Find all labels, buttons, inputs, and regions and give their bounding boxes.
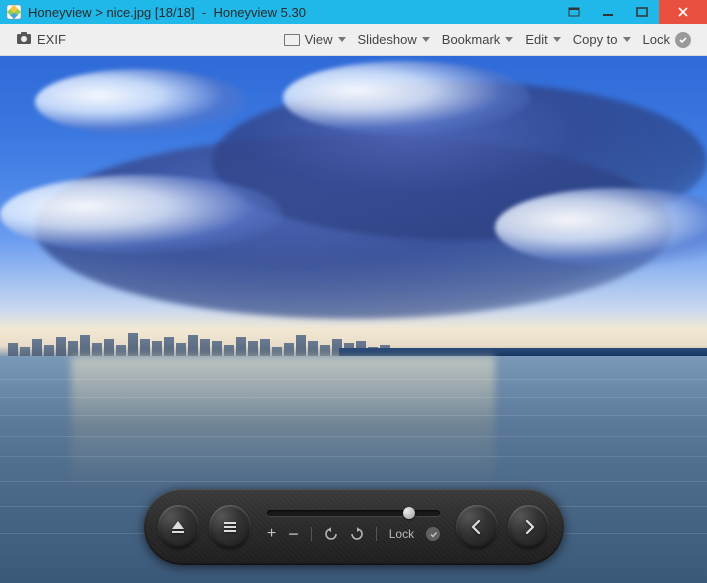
prev-button[interactable] (456, 505, 498, 549)
caret-down-icon (505, 37, 513, 42)
slideshow-label: Slideshow (358, 32, 417, 47)
window-tray-button[interactable] (557, 0, 591, 24)
eject-button[interactable] (158, 505, 200, 549)
edit-menu[interactable]: Edit (519, 29, 566, 50)
separator (376, 527, 377, 541)
control-panel: + − Lock (144, 489, 564, 565)
rotate-left-button[interactable] (324, 527, 338, 541)
close-button[interactable] (659, 0, 707, 24)
separator (311, 527, 312, 541)
caret-down-icon (338, 37, 346, 42)
edit-label: Edit (525, 32, 547, 47)
title-counter: [18/18] (155, 5, 195, 20)
slideshow-menu[interactable]: Slideshow (352, 29, 436, 50)
minimize-button[interactable] (591, 0, 625, 24)
lock-menu[interactable]: Lock (637, 29, 697, 51)
camera-icon (16, 31, 32, 48)
bookmark-menu[interactable]: Bookmark (436, 29, 520, 50)
title-app: Honeyview (28, 5, 92, 20)
exif-label: EXIF (37, 32, 66, 47)
toolbar: EXIF View Slideshow Bookmark Edit Copy t… (0, 24, 707, 56)
zoom-in-button[interactable]: + (267, 525, 276, 543)
next-button[interactable] (508, 505, 550, 549)
caret-down-icon (553, 37, 561, 42)
exif-button[interactable]: EXIF (10, 28, 72, 51)
zoom-out-button[interactable]: − (288, 524, 299, 545)
control-lock-label: Lock (389, 527, 414, 541)
view-label: View (305, 32, 333, 47)
caret-down-icon (422, 37, 430, 42)
zoom-slider[interactable] (267, 510, 440, 516)
rotate-right-button[interactable] (350, 527, 364, 541)
title-apptitle: Honeyview 5.30 (213, 5, 306, 20)
copyto-label: Copy to (573, 32, 618, 47)
copyto-menu[interactable]: Copy to (567, 29, 637, 50)
titlebar: Honeyview > nice.jpg [18/18] - Honeyview… (0, 0, 707, 24)
zoom-slider-thumb[interactable] (403, 507, 415, 519)
check-circle-icon (675, 32, 691, 48)
view-menu[interactable]: View (278, 29, 352, 50)
view-icon (284, 34, 300, 46)
caret-down-icon (623, 37, 631, 42)
app-logo (6, 4, 22, 20)
bookmark-label: Bookmark (442, 32, 501, 47)
lock-label: Lock (643, 32, 670, 47)
control-lock-toggle[interactable] (426, 527, 440, 541)
title-sep: > (95, 5, 103, 20)
maximize-button[interactable] (625, 0, 659, 24)
image-viewport[interactable]: + − Lock (0, 56, 707, 583)
title-filename: nice.jpg (106, 5, 151, 20)
menu-button[interactable] (209, 505, 251, 549)
